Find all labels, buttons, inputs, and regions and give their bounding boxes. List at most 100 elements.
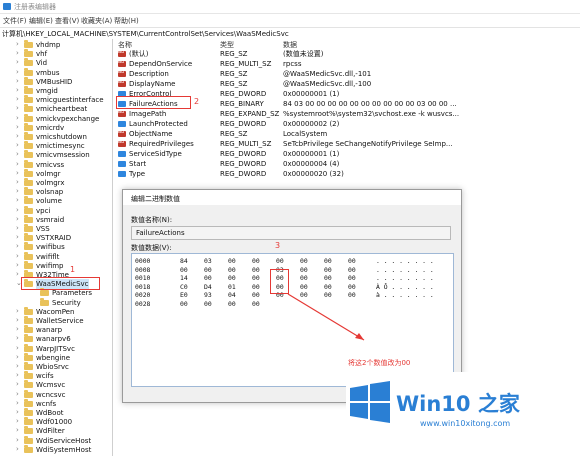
hex-byte[interactable]: 00 — [180, 266, 188, 274]
hex-byte[interactable]: 00 — [228, 266, 236, 274]
chevron-right-icon[interactable]: › — [16, 178, 19, 186]
chevron-right-icon[interactable]: › — [16, 316, 19, 324]
hex-byte[interactable]: 93 — [204, 291, 212, 299]
hex-byte[interactable]: 03 — [204, 257, 212, 265]
hex-byte[interactable]: C0 — [180, 283, 188, 291]
chevron-right-icon[interactable]: › — [16, 353, 19, 361]
chevron-right-icon[interactable]: › — [16, 325, 19, 333]
chevron-right-icon[interactable]: › — [16, 224, 19, 232]
chevron-right-icon[interactable]: › — [16, 196, 19, 204]
value-row[interactable]: (默认) REG_SZ (数值未设置) — [113, 49, 580, 59]
chevron-right-icon[interactable]: › — [16, 344, 19, 352]
value-row[interactable]: Description REG_SZ @WaaSMedicSvc.dll,-101 — [113, 69, 580, 79]
chevron-right-icon[interactable]: › — [16, 123, 19, 131]
hex-byte[interactable]: 14 — [180, 274, 188, 282]
hex-byte[interactable]: 00 — [204, 274, 212, 282]
hex-byte[interactable]: 00 — [228, 274, 236, 282]
hex-byte[interactable]: 01 — [228, 283, 236, 291]
chevron-right-icon[interactable]: › — [16, 114, 19, 122]
hex-byte[interactable]: 00 — [348, 283, 356, 291]
chevron-right-icon[interactable]: › — [16, 399, 19, 407]
address-path[interactable]: 计算机\HKEY_LOCAL_MACHINE\SYSTEM\CurrentCon… — [2, 29, 289, 39]
hex-byte[interactable]: 00 — [324, 283, 332, 291]
chevron-right-icon[interactable]: › — [16, 242, 19, 250]
hex-byte[interactable]: 00 — [348, 274, 356, 282]
menu-edit[interactable]: 编辑(E) — [29, 16, 53, 26]
hex-byte[interactable]: 00 — [324, 274, 332, 282]
hex-byte[interactable]: 00 — [252, 266, 260, 274]
hex-byte[interactable]: 00 — [252, 274, 260, 282]
chevron-right-icon[interactable]: › — [16, 49, 19, 57]
chevron-right-icon[interactable]: › — [16, 417, 19, 425]
hex-byte[interactable]: 00 — [276, 257, 284, 265]
chevron-right-icon[interactable]: › — [16, 270, 19, 278]
hex-byte[interactable]: 00 — [252, 291, 260, 299]
chevron-right-icon[interactable]: › — [16, 380, 19, 388]
registry-tree[interactable]: › vhdmp › vhf › Vid › vmbus › VMBusHID › vmgid › vmic… — [0, 39, 113, 456]
hex-byte[interactable]: 00 — [348, 291, 356, 299]
chevron-right-icon[interactable]: › — [16, 233, 19, 241]
value-row[interactable]: DisplayName REG_SZ @WaaSMedicSvc.dll,-100 — [113, 79, 580, 89]
chevron-right-icon[interactable]: › — [16, 215, 19, 223]
chevron-right-icon[interactable]: › — [16, 371, 19, 379]
hex-byte[interactable]: 04 — [228, 291, 236, 299]
value-name-field[interactable]: FailureActions — [131, 226, 451, 240]
hex-byte[interactable]: 00 — [252, 283, 260, 291]
value-row[interactable]: DependOnService REG_MULTI_SZ rpcss — [113, 59, 580, 69]
value-row[interactable]: ServiceSidType REG_DWORD 0x00000001 (1) — [113, 149, 580, 159]
hex-byte[interactable]: 00 — [324, 257, 332, 265]
chevron-right-icon[interactable]: › — [16, 445, 19, 453]
chevron-right-icon[interactable]: › — [16, 169, 19, 177]
chevron-right-icon[interactable]: › — [16, 86, 19, 94]
chevron-right-icon[interactable]: › — [16, 150, 19, 158]
chevron-right-icon[interactable]: › — [16, 362, 19, 370]
tree-item[interactable]: › WdiSystemHost — [0, 444, 112, 455]
hex-byte[interactable]: 00 — [300, 274, 308, 282]
hex-byte[interactable]: 00 — [300, 257, 308, 265]
hex-byte[interactable]: 00 — [204, 266, 212, 274]
chevron-right-icon[interactable]: › — [16, 408, 19, 416]
value-row[interactable]: Start REG_DWORD 0x00000004 (4) — [113, 159, 580, 169]
hex-byte[interactable]: 00 — [300, 266, 308, 274]
hex-byte[interactable]: 00 — [300, 283, 308, 291]
chevron-right-icon[interactable]: › — [16, 261, 19, 269]
chevron-right-icon[interactable]: › — [16, 206, 19, 214]
hex-byte[interactable]: E0 — [180, 291, 188, 299]
chevron-right-icon[interactable]: › — [16, 187, 19, 195]
chevron-right-icon[interactable]: › — [16, 132, 19, 140]
value-row[interactable]: RequiredPrivileges REG_MULTI_SZ SeTcbPrivi… — [113, 139, 580, 149]
chevron-right-icon[interactable]: › — [16, 141, 19, 149]
hex-byte[interactable]: 00 — [180, 300, 188, 308]
value-row[interactable]: LaunchProtected REG_DWORD 0x00000002 (2) — [113, 119, 580, 129]
hex-byte[interactable]: 00 — [300, 291, 308, 299]
chevron-right-icon[interactable]: › — [16, 58, 19, 66]
value-row[interactable]: ImagePath REG_EXPAND_SZ%systemroot%\syste… — [113, 109, 580, 119]
chevron-right-icon[interactable]: › — [16, 334, 19, 342]
menu-help[interactable]: 帮助(H) — [114, 16, 139, 26]
chevron-right-icon[interactable]: › — [16, 40, 19, 48]
chevron-right-icon[interactable]: › — [16, 77, 19, 85]
chevron-right-icon[interactable]: › — [16, 252, 19, 260]
hex-byte[interactable]: 00 — [348, 266, 356, 274]
hex-byte[interactable]: D4 — [204, 283, 212, 291]
hex-byte[interactable]: 00 — [228, 300, 236, 308]
hex-byte[interactable]: 84 — [180, 257, 188, 265]
hex-byte[interactable]: 00 — [204, 300, 212, 308]
hex-byte[interactable]: 00 — [348, 257, 356, 265]
menu-file[interactable]: 文件(F) — [3, 16, 27, 26]
hex-byte[interactable]: 00 — [324, 266, 332, 274]
chevron-right-icon[interactable]: › — [16, 104, 19, 112]
chevron-right-icon[interactable]: › — [16, 68, 19, 76]
chevron-right-icon[interactable]: › — [16, 436, 19, 444]
value-row[interactable]: ObjectName REG_SZ LocalSystem — [113, 129, 580, 139]
hex-byte[interactable]: 00 — [228, 257, 236, 265]
hex-byte[interactable]: 00 — [324, 291, 332, 299]
hex-byte[interactable]: 00 — [252, 257, 260, 265]
chevron-right-icon[interactable]: › — [16, 390, 19, 398]
chevron-right-icon[interactable]: › — [16, 95, 19, 103]
hex-byte[interactable]: 00 — [252, 300, 260, 308]
chevron-right-icon[interactable]: › — [16, 307, 19, 315]
menu-view[interactable]: 查看(V) — [55, 16, 79, 26]
chevron-right-icon[interactable]: › — [16, 426, 19, 434]
menu-favorites[interactable]: 收藏夹(A) — [81, 16, 112, 26]
